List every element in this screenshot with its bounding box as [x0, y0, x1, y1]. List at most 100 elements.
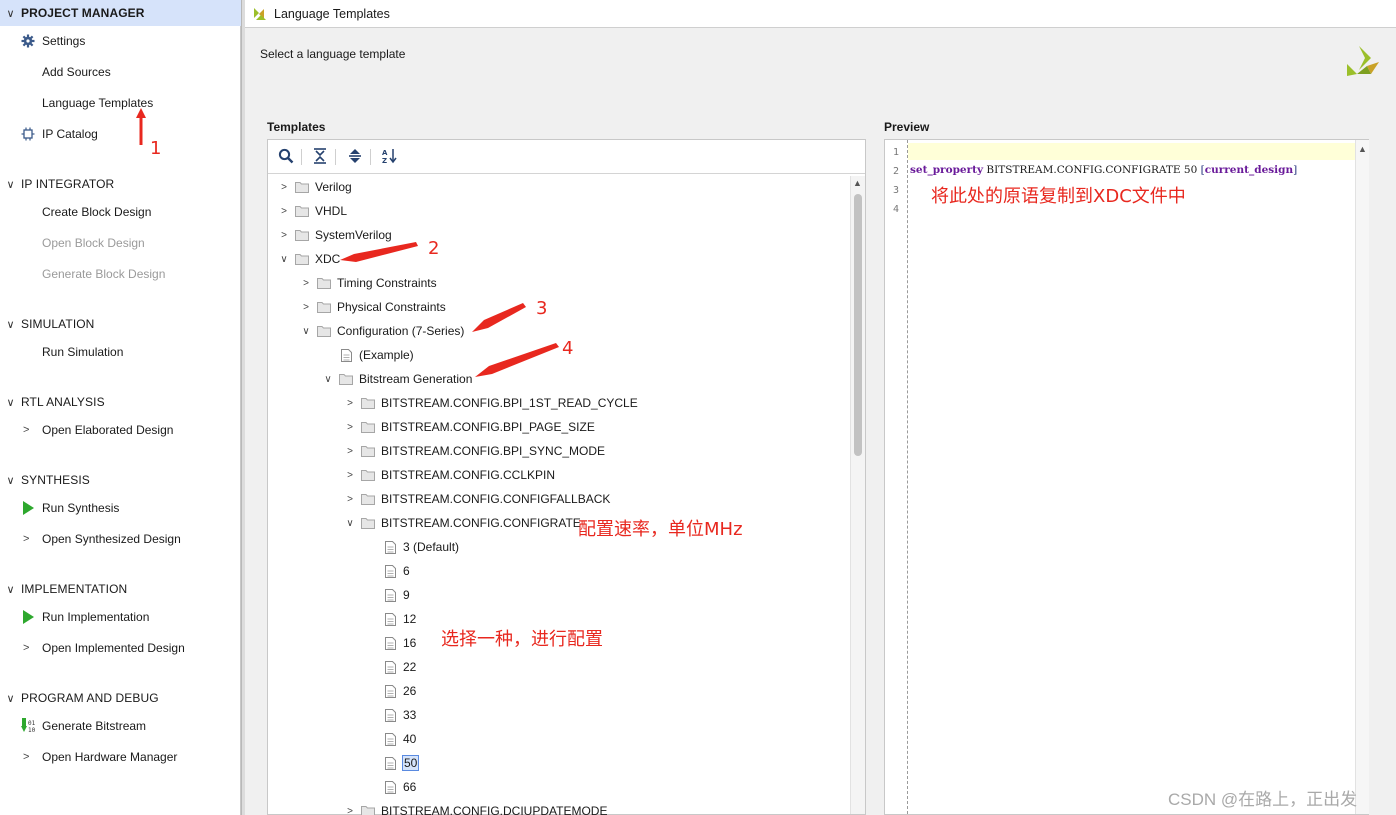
chevron-down-icon[interactable]: ∨: [0, 396, 21, 409]
chevron-down-icon[interactable]: ∨: [299, 326, 313, 337]
section-program-and-debug[interactable]: ∨ PROGRAM AND DEBUG: [0, 685, 241, 711]
code-line-2[interactable]: set_property BITSTREAM.CONFIG.CONFIGRATE…: [910, 164, 1297, 176]
tree-node-label: 33: [403, 708, 417, 722]
tree-folder-node[interactable]: > BITSTREAM.CONFIG.CCLKPIN: [343, 465, 555, 485]
expand-all-button[interactable]: [344, 147, 366, 167]
section-title: SIMULATION: [21, 317, 95, 331]
section-ip-integrator[interactable]: ∨ IP INTEGRATOR: [0, 171, 241, 197]
chevron-right-icon[interactable]: >: [299, 278, 313, 289]
preview-scrollbar[interactable]: ▲: [1355, 140, 1369, 814]
tree-leaf-node[interactable]: 26: [365, 681, 416, 701]
chevron-down-icon[interactable]: ∨: [277, 254, 291, 265]
chevron-right-icon[interactable]: >: [277, 182, 291, 193]
chevron-down-icon[interactable]: ∨: [343, 518, 357, 529]
templates-scrollbar[interactable]: ▲: [850, 176, 865, 814]
chevron-right-icon[interactable]: >: [343, 422, 357, 433]
tree-leaf-node[interactable]: (Example): [321, 345, 414, 365]
flow-item-language-templates[interactable]: Language Templates: [0, 92, 241, 114]
tree-node-label: 9: [403, 588, 410, 602]
tree-node-label: BITSTREAM.CONFIG.BPI_1ST_READ_CYCLE: [381, 396, 638, 410]
scrollbar-thumb[interactable]: [854, 194, 862, 456]
chevron-right-icon[interactable]: >: [23, 751, 29, 763]
section-title: SYNTHESIS: [21, 473, 90, 487]
file-icon: [382, 780, 398, 794]
collapse-all-icon: [313, 147, 327, 167]
tree-folder-node[interactable]: > BITSTREAM.CONFIG.BPI_1ST_READ_CYCLE: [343, 393, 638, 413]
tree-folder-node[interactable]: > BITSTREAM.CONFIG.BPI_SYNC_MODE: [343, 441, 605, 461]
tree-leaf-node[interactable]: 22: [365, 657, 416, 677]
tree-leaf-node[interactable]: 50: [365, 753, 420, 773]
chevron-down-icon[interactable]: ∨: [0, 178, 21, 191]
flow-item-generate-block-design[interactable]: Generate Block Design: [0, 263, 241, 285]
flow-item-generate-bitstream[interactable]: 01 10 Generate Bitstream: [0, 715, 241, 737]
chevron-down-icon[interactable]: ∨: [0, 692, 21, 705]
tree-folder-node[interactable]: > BITSTREAM.CONFIG.BPI_PAGE_SIZE: [343, 417, 595, 437]
section-project-manager[interactable]: ∨ PROJECT MANAGER: [0, 0, 241, 26]
chevron-right-icon[interactable]: >: [343, 446, 357, 457]
flow-item-create-block-design[interactable]: Create Block Design: [0, 201, 241, 223]
tree-folder-node[interactable]: > Timing Constraints: [299, 273, 437, 293]
tree-folder-node[interactable]: ∨ Configuration (7-Series): [299, 321, 464, 341]
flow-item-open-implemented-design[interactable]: > Open Implemented Design: [0, 637, 241, 659]
chevron-right-icon[interactable]: >: [343, 806, 357, 815]
chevron-right-icon[interactable]: >: [299, 302, 313, 313]
tree-leaf-node[interactable]: 16: [365, 633, 416, 653]
section-title: PROGRAM AND DEBUG: [21, 691, 159, 705]
flow-item-run-synthesis[interactable]: Run Synthesis: [0, 497, 241, 519]
tree-folder-node[interactable]: > SystemVerilog: [277, 225, 392, 245]
chevron-down-icon[interactable]: ∨: [321, 374, 335, 385]
folder-icon: [316, 324, 332, 338]
chevron-right-icon[interactable]: >: [343, 494, 357, 505]
chevron-right-icon[interactable]: >: [277, 230, 291, 241]
tree-node-label: 50: [401, 755, 420, 771]
chevron-down-icon[interactable]: ∨: [0, 583, 21, 596]
chevron-down-icon[interactable]: ∨: [0, 7, 21, 20]
chevron-down-icon[interactable]: ∨: [0, 474, 21, 487]
scroll-up-icon[interactable]: ▲: [1358, 144, 1367, 154]
tree-folder-node[interactable]: ∨ XDC: [277, 249, 340, 269]
tree-folder-node[interactable]: ∨ Bitstream Generation: [321, 369, 472, 389]
flow-item-open-synthesized-design[interactable]: > Open Synthesized Design: [0, 528, 241, 550]
tree-leaf-node[interactable]: 6: [365, 561, 410, 581]
folder-icon: [294, 228, 310, 242]
flow-item-settings[interactable]: Settings: [0, 30, 241, 52]
tree-leaf-node[interactable]: 40: [365, 729, 416, 749]
section-title: IMPLEMENTATION: [21, 582, 128, 596]
tree-folder-node[interactable]: > Verilog: [277, 177, 352, 197]
chevron-right-icon[interactable]: >: [343, 398, 357, 409]
chevron-right-icon[interactable]: >: [343, 470, 357, 481]
chevron-right-icon[interactable]: >: [23, 424, 29, 436]
flow-item-open-block-design[interactable]: Open Block Design: [0, 232, 241, 254]
flow-item-open-elaborated-design[interactable]: > Open Elaborated Design: [0, 419, 241, 441]
sort-button[interactable]: AZ: [379, 147, 401, 167]
ip-chip-icon: [20, 126, 36, 142]
chevron-down-icon[interactable]: ∨: [0, 318, 21, 331]
chevron-right-icon[interactable]: >: [277, 206, 291, 217]
tree-leaf-node[interactable]: 33: [365, 705, 416, 725]
flow-item-run-simulation[interactable]: Run Simulation: [0, 341, 241, 363]
flow-item-ip-catalog[interactable]: IP Catalog: [0, 123, 241, 145]
tree-leaf-node[interactable]: 3 (Default): [365, 537, 459, 557]
flow-item-open-hardware-manager[interactable]: > Open Hardware Manager: [0, 746, 241, 768]
tree-leaf-node[interactable]: 12: [365, 609, 416, 629]
collapse-all-button[interactable]: [309, 147, 331, 167]
scroll-up-icon[interactable]: ▲: [853, 178, 862, 188]
tree-folder-node[interactable]: ∨ BITSTREAM.CONFIG.CONFIGRATE: [343, 513, 580, 533]
flow-item-add-sources[interactable]: Add Sources: [0, 61, 241, 83]
tree-folder-node[interactable]: > BITSTREAM.CONFIG.DCIUPDATEMODE: [343, 801, 607, 815]
section-synthesis[interactable]: ∨ SYNTHESIS: [0, 467, 241, 493]
templates-label: Templates: [267, 120, 326, 134]
tree-folder-node[interactable]: > Physical Constraints: [299, 297, 446, 317]
section-simulation[interactable]: ∨ SIMULATION: [0, 311, 241, 337]
chevron-right-icon[interactable]: >: [23, 533, 29, 545]
tree-leaf-node[interactable]: 9: [365, 585, 410, 605]
flow-item-run-implementation[interactable]: Run Implementation: [0, 606, 241, 628]
templates-panel: AZ > Verilog > VHDL > SystemVerilog ∨ XDC > Timin…: [267, 139, 866, 815]
chevron-right-icon[interactable]: >: [23, 642, 29, 654]
tree-folder-node[interactable]: > VHDL: [277, 201, 347, 221]
tree-folder-node[interactable]: > BITSTREAM.CONFIG.CONFIGFALLBACK: [343, 489, 610, 509]
section-implementation[interactable]: ∨ IMPLEMENTATION: [0, 576, 241, 602]
tree-leaf-node[interactable]: 66: [365, 777, 416, 797]
section-rtl-analysis[interactable]: ∨ RTL ANALYSIS: [0, 389, 241, 415]
search-button[interactable]: [275, 147, 297, 167]
